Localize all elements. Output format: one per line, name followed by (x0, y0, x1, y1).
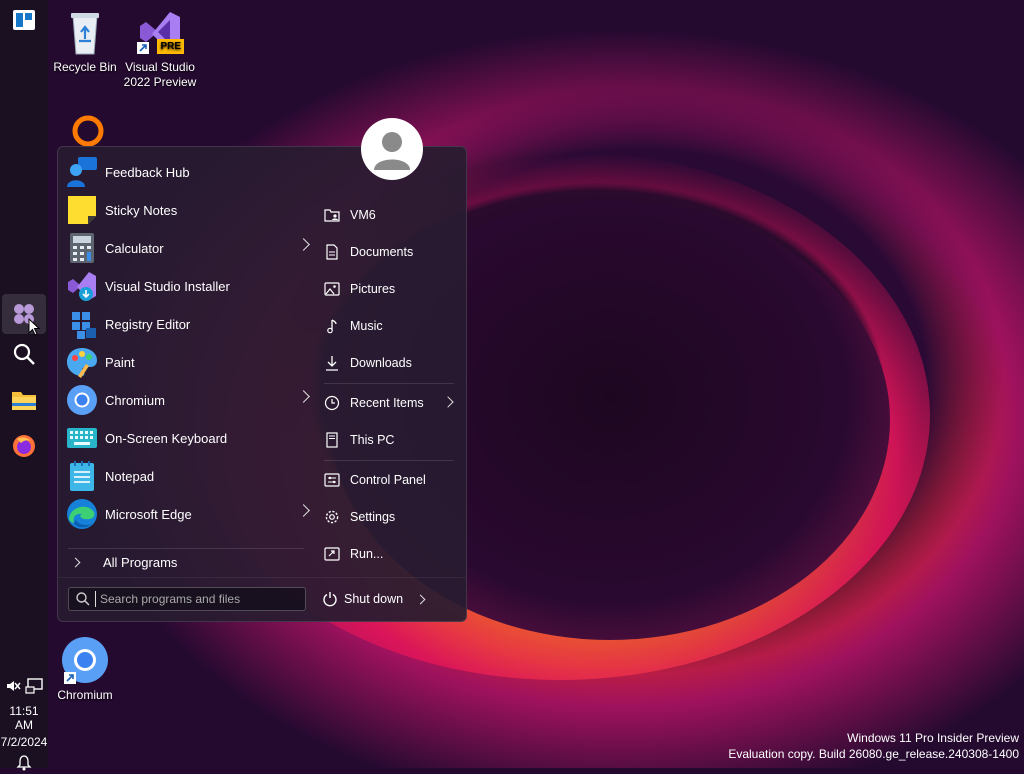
user-icon (374, 132, 410, 170)
feedback-hub-icon (66, 156, 98, 188)
notepad-icon (66, 460, 98, 492)
evaluation-watermark: Windows 11 Pro Insider Preview Evaluatio… (728, 731, 1019, 761)
visual-studio-preview-icon: PRE (136, 8, 184, 56)
preview-badge: PRE (157, 39, 184, 54)
search-icon (13, 343, 35, 365)
clock-time[interactable]: 11:51 AM (0, 704, 48, 732)
user-folder-icon (324, 207, 340, 223)
places-divider-1 (324, 383, 454, 384)
all-programs-chevron-icon (70, 557, 81, 567)
bottom-divider (58, 577, 466, 578)
chromium-icon (61, 636, 109, 684)
file-explorer-button[interactable] (2, 380, 46, 420)
place-music[interactable]: Music (324, 311, 454, 341)
program-paint[interactable]: Paint (66, 343, 308, 381)
desktop-icon-chromium[interactable]: Chromium (47, 636, 123, 703)
partially-hidden-desktop-icon[interactable] (70, 114, 106, 148)
place-user-folder[interactable]: VM6 (324, 200, 454, 230)
network-icon[interactable] (25, 678, 43, 694)
place-recent-items[interactable]: Recent Items (324, 388, 454, 418)
user-avatar[interactable] (361, 118, 423, 180)
program-microsoft-edge[interactable]: Microsoft Edge (66, 495, 310, 533)
chromium-icon (66, 384, 98, 416)
program-registry-editor[interactable]: Registry Editor (66, 305, 308, 343)
shortcut-arrow-icon (64, 672, 76, 684)
desktop-icon-visual-studio-preview[interactable]: PRE Visual Studio 2022 Preview (122, 8, 198, 90)
keyboard-icon (66, 422, 98, 454)
registry-editor-icon (66, 308, 98, 340)
place-downloads[interactable]: Downloads (324, 348, 454, 378)
all-programs-button[interactable]: All Programs (70, 547, 314, 577)
program-visual-studio-installer[interactable]: Visual Studio Installer (66, 267, 308, 305)
document-icon (324, 244, 340, 260)
edge-icon (66, 498, 98, 530)
power-icon (323, 592, 337, 607)
calculator-submenu-chevron-icon[interactable] (297, 238, 310, 251)
sticky-notes-icon (66, 194, 98, 226)
gear-icon (324, 509, 340, 525)
run-icon (324, 546, 340, 562)
download-icon (324, 355, 340, 371)
program-chromium[interactable]: Chromium (66, 381, 310, 419)
picture-icon (324, 281, 340, 297)
system-tray: 11:51 AM 7/2/2024 (0, 678, 48, 774)
program-on-screen-keyboard[interactable]: On-Screen Keyboard (66, 419, 308, 457)
start-menu: Feedback Hub Sticky Notes Calculator Vis… (57, 146, 467, 622)
visual-studio-installer-icon (66, 270, 98, 302)
calculator-icon (66, 232, 98, 264)
places-divider-2 (324, 460, 454, 461)
search-box[interactable] (68, 587, 306, 611)
search-icon (76, 592, 90, 606)
search-input[interactable] (95, 591, 302, 607)
paint-icon (66, 346, 98, 378)
control-panel-icon (324, 472, 340, 488)
task-view-icon[interactable] (2, 0, 46, 40)
clock-icon (324, 395, 340, 411)
chromium-submenu-chevron-icon[interactable] (297, 390, 310, 403)
shortcut-arrow-icon (137, 42, 149, 54)
place-run[interactable]: Run... (324, 539, 454, 569)
place-control-panel[interactable]: Control Panel (324, 465, 454, 495)
recent-items-chevron-icon[interactable] (442, 396, 454, 408)
folder-icon (12, 392, 36, 410)
shutdown-options-chevron-icon[interactable] (415, 594, 426, 604)
program-feedback-hub[interactable]: Feedback Hub (66, 153, 308, 191)
place-settings[interactable]: Settings (324, 502, 454, 532)
search-button[interactable] (2, 334, 46, 374)
place-pictures[interactable]: Pictures (324, 274, 454, 304)
place-this-pc[interactable]: This PC (324, 425, 454, 455)
place-documents[interactable]: Documents (324, 237, 454, 267)
firefox-icon (13, 435, 35, 457)
notification-bell-icon[interactable] (16, 755, 32, 771)
firefox-button[interactable] (2, 426, 46, 466)
music-icon (324, 318, 340, 334)
program-notepad[interactable]: Notepad (66, 457, 308, 495)
program-calculator[interactable]: Calculator (66, 229, 310, 267)
desktop-icon-recycle-bin[interactable]: Recycle Bin (47, 8, 123, 75)
clock-date[interactable]: 7/2/2024 (0, 735, 48, 749)
program-sticky-notes[interactable]: Sticky Notes (66, 191, 308, 229)
recycle-bin-icon (61, 8, 109, 56)
taskbar: 11:51 AM 7/2/2024 (0, 0, 48, 771)
start-button[interactable] (2, 294, 46, 336)
edge-submenu-chevron-icon[interactable] (297, 504, 310, 517)
computer-icon (324, 432, 340, 448)
volume-muted-icon[interactable] (5, 678, 21, 694)
shutdown-button[interactable]: Shut down (322, 589, 426, 609)
